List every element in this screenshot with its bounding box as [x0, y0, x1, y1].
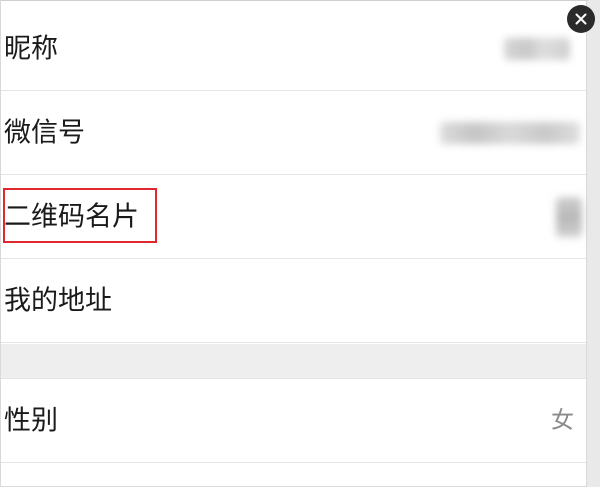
- close-icon: [575, 13, 587, 25]
- qr-card-label: 二维码名片: [4, 201, 139, 232]
- section-spacer: [1, 344, 586, 379]
- top-divider: [1, 0, 588, 1]
- my-address-label: 我的地址: [4, 285, 112, 316]
- row-qr-card[interactable]: 二维码名片: [1, 175, 586, 259]
- row-nickname[interactable]: 昵称: [1, 7, 586, 91]
- row-my-address[interactable]: 我的地址: [1, 259, 586, 343]
- qr-code-thumbnail-redacted: [556, 196, 582, 237]
- nickname-value-redacted: [504, 37, 570, 60]
- close-button[interactable]: [567, 5, 595, 33]
- wechat-id-label: 微信号: [4, 117, 85, 148]
- row-wechat-id[interactable]: 微信号: [1, 91, 586, 175]
- gender-value: 女: [551, 407, 574, 433]
- nickname-label: 昵称: [4, 33, 58, 64]
- profile-settings-panel: 昵称 微信号 二维码名片 我的地址 性别 女: [0, 0, 588, 487]
- wechat-id-value-redacted: [440, 121, 580, 144]
- row-gender[interactable]: 性别 女: [1, 379, 586, 463]
- gender-label: 性别: [4, 405, 58, 436]
